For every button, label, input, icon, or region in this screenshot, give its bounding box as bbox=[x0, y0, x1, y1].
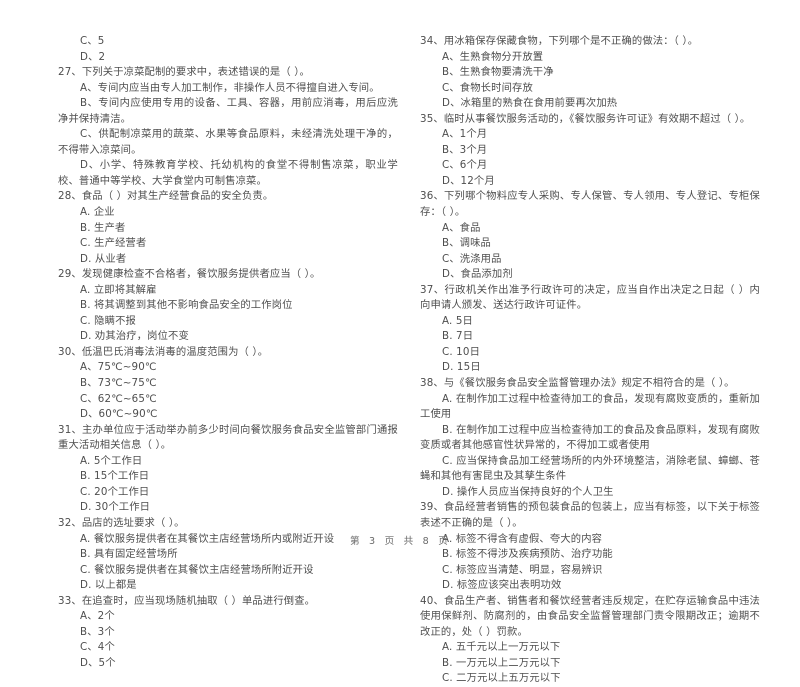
question-option[interactable]: C. 10日 bbox=[420, 345, 760, 361]
question-option[interactable]: B、3个 bbox=[58, 625, 398, 641]
question-stem: 27、下列关于凉菜配制的要求中，表述错误的是（ ）。 bbox=[58, 66, 310, 79]
question-option[interactable]: C. 二万元以上五万元以下 bbox=[420, 671, 760, 687]
question-option[interactable]: D、冰箱里的熟食在食用前要再次加热 bbox=[420, 96, 760, 112]
question-option[interactable]: C、4个 bbox=[58, 640, 398, 656]
question-option[interactable]: B、专间内应使用专用的设备、工具、容器，用前应消毒，用后应洗净并保持清洁。 bbox=[58, 96, 398, 127]
question-31: 31、主办单位应于活动举办前多少时间向餐饮服务食品安全监管部门通报重大活动相关信… bbox=[58, 423, 398, 516]
question-option[interactable]: C. 20个工作日 bbox=[58, 485, 398, 501]
question-option[interactable]: D、60℃~90℃ bbox=[58, 407, 398, 423]
question-option[interactable]: B. 具有固定经营场所 bbox=[58, 547, 398, 563]
question-option[interactable]: A. 5个工作日 bbox=[58, 454, 398, 470]
question-option[interactable]: B、73℃~75℃ bbox=[58, 376, 398, 392]
question-28: 28、食品（ ）对其生产经营食品的安全负责。 A. 企业 B. 生产者 C. 生… bbox=[58, 189, 398, 267]
question-option[interactable]: B、生熟食物要清洗干净 bbox=[420, 65, 760, 81]
question-option[interactable]: A. 立即将其解雇 bbox=[58, 283, 398, 299]
question-35: 35、临时从事餐饮服务活动的，《餐饮服务许可证》有效期不超过（ ）。 A、1个月… bbox=[420, 112, 760, 190]
question-option[interactable]: C、62℃~65℃ bbox=[58, 392, 398, 408]
question-option[interactable]: A. 在制作加工过程中检查待加工的食品，发现有腐败变质的，重新加工使用 bbox=[420, 392, 760, 423]
question-option[interactable]: B、调味品 bbox=[420, 236, 760, 252]
question-option[interactable]: C、6个月 bbox=[420, 158, 760, 174]
question-option[interactable]: D、食品添加剂 bbox=[420, 267, 760, 283]
question-option[interactable]: B. 标签不得涉及疾病预防、治疗功能 bbox=[420, 547, 760, 563]
question-option[interactable]: D. 标签应该突出表明功效 bbox=[420, 578, 760, 594]
left-column: C、5 D、2 27、下列关于凉菜配制的要求中，表述错误的是（ ）。 A、专间内… bbox=[58, 34, 398, 671]
question-option[interactable]: D、小学、特殊教育学校、托幼机构的食堂不得制售凉菜，职业学校、普通中等学校、大学… bbox=[58, 158, 398, 189]
question-option[interactable]: A. 5日 bbox=[420, 314, 760, 330]
question-option[interactable]: D. 以上都是 bbox=[58, 578, 398, 594]
question-stem: 32、品店的选址要求（ ）。 bbox=[58, 516, 185, 529]
question-stem: 38、与《餐饮服务食品安全监督管理办法》规定不相符合的是（ ）。 bbox=[420, 377, 735, 390]
question-option[interactable]: C. 应当保持食品加工经营场所的内外环境整洁，消除老鼠、蟑螂、苍蝇和其他有害昆虫… bbox=[420, 454, 760, 485]
question-stem: 28、食品（ ）对其生产经营食品的安全负责。 bbox=[58, 190, 274, 203]
question-33: 33、在追查时，应当现场随机抽取（ ）单品进行倒查。 A、2个 B、3个 C、4… bbox=[58, 594, 398, 672]
question-option[interactable]: A. 五千元以上一万元以下 bbox=[420, 640, 760, 656]
question-option[interactable]: D. 从业者 bbox=[58, 252, 398, 268]
question-option[interactable]: D. 30个工作日 bbox=[58, 500, 398, 516]
question-37: 37、行政机关作出准予行政许可的决定，应当自作出决定之日起（ ）内向申请人颁发、… bbox=[420, 283, 760, 376]
question-option[interactable]: B. 在制作加工过程中应当检查待加工的食品及食品原料，发现有腐败变质或者其他感官… bbox=[420, 423, 760, 454]
question-stem: 35、临时从事餐饮服务活动的，《餐饮服务许可证》有效期不超过（ ）。 bbox=[420, 112, 751, 125]
question-stem: 39、食品经营者销售的预包装食品的包装上，应当有标签，以下关于标签表述不正确的是… bbox=[420, 501, 760, 529]
question-stem: 33、在追查时，应当现场随机抽取（ ）单品进行倒查。 bbox=[58, 594, 316, 607]
question-40: 40、食品生产者、销售者和餐饮经营者违反规定，在贮存运输食品中违法使用保鲜剂、防… bbox=[420, 594, 760, 687]
right-column: 34、用冰箱保存保藏食物，下列哪个是不正确的做法：（ ）。 A、生熟食物分开放置… bbox=[420, 34, 760, 687]
question-option[interactable]: C、食物长时间存放 bbox=[420, 81, 760, 97]
question-option[interactable]: D. 操作人员应当保持良好的个人卫生 bbox=[420, 485, 760, 501]
question-option[interactable]: D. 15日 bbox=[420, 360, 760, 376]
question-option[interactable]: A、生熟食物分开放置 bbox=[420, 50, 760, 66]
question-option[interactable]: C、供配制凉菜用的蔬菜、水果等食品原料，未经清洗处理干净的，不得带入凉菜间。 bbox=[58, 127, 398, 158]
question-stem: 37、行政机关作出准予行政许可的决定，应当自作出决定之日起（ ）内向申请人颁发、… bbox=[420, 283, 760, 312]
question-stem: 31、主办单位应于活动举办前多少时间向餐饮服务食品安全监管部门通报重大活动相关信… bbox=[58, 423, 398, 452]
question-option[interactable]: C. 生产经营者 bbox=[58, 236, 398, 252]
orphan-option: D、2 bbox=[80, 50, 106, 63]
orphan-option: C、5 bbox=[80, 35, 105, 47]
question-option[interactable]: B. 将其调整到其他不影响食品安全的工作岗位 bbox=[58, 298, 398, 314]
page-footer: 第 3 页 共 8 页 bbox=[349, 536, 451, 547]
question-27: 27、下列关于凉菜配制的要求中，表述错误的是（ ）。 A、专间内应当由专人加工制… bbox=[58, 65, 398, 189]
question-option[interactable]: C. 隐瞒不报 bbox=[58, 314, 398, 330]
question-stem: 34、用冰箱保存保藏食物，下列哪个是不正确的做法：（ ）。 bbox=[420, 35, 699, 47]
two-column-layout: C、5 D、2 27、下列关于凉菜配制的要求中，表述错误的是（ ）。 A、专间内… bbox=[58, 34, 760, 684]
question-option[interactable]: B、3个月 bbox=[420, 143, 760, 159]
question-39: 39、食品经营者销售的预包装食品的包装上，应当有标签，以下关于标签表述不正确的是… bbox=[420, 500, 760, 593]
question-option[interactable]: A、1个月 bbox=[420, 127, 760, 143]
question-option[interactable]: B. 15个工作日 bbox=[58, 469, 398, 485]
question-option[interactable]: B. 一万元以上二万元以下 bbox=[420, 656, 760, 672]
question-36: 36、下列哪个物料应专人采购、专人保管、专人领用、专人登记、专柜保存：（ ）。 … bbox=[420, 189, 760, 282]
question-option[interactable]: A、75℃~90℃ bbox=[58, 360, 398, 376]
question-stem: 29、发现健康检查不合格者，餐饮服务提供者应当（ ）。 bbox=[58, 268, 321, 281]
question-32: 32、品店的选址要求（ ）。 A. 餐饮服务提供者在其餐饮主店经营场所内或附近开… bbox=[58, 516, 398, 594]
question-option[interactable]: D、12个月 bbox=[420, 174, 760, 190]
question-stem: 36、下列哪个物料应专人采购、专人保管、专人领用、专人登记、专柜保存：（ ）。 bbox=[420, 190, 760, 219]
exam-page: C、5 D、2 27、下列关于凉菜配制的要求中，表述错误的是（ ）。 A、专间内… bbox=[0, 0, 800, 684]
question-option[interactable]: B. 生产者 bbox=[58, 221, 398, 237]
question-stem: 30、低温巴氏消毒法消毒的温度范围为（ ）。 bbox=[58, 345, 269, 358]
question-option[interactable]: A、2个 bbox=[58, 609, 398, 625]
question-option[interactable]: A. 企业 bbox=[58, 205, 398, 221]
question-option[interactable]: C、洗涤用品 bbox=[420, 252, 760, 268]
question-option[interactable]: A、食品 bbox=[420, 221, 760, 237]
question-option[interactable]: D. 劝其治疗，岗位不变 bbox=[58, 329, 398, 345]
question-option[interactable]: B. 7日 bbox=[420, 329, 760, 345]
question-stem: 40、食品生产者、销售者和餐饮经营者违反规定，在贮存运输食品中违法使用保鲜剂、防… bbox=[420, 594, 760, 638]
question-30: 30、低温巴氏消毒法消毒的温度范围为（ ）。 A、75℃~90℃ B、73℃~7… bbox=[58, 345, 398, 423]
question-option[interactable]: A、专间内应当由专人加工制作，非操作人员不得擅自进入专间。 bbox=[58, 81, 398, 97]
question-38: 38、与《餐饮服务食品安全监督管理办法》规定不相符合的是（ ）。 A. 在制作加… bbox=[420, 376, 760, 500]
question-option[interactable]: D、5个 bbox=[58, 656, 398, 672]
question-29: 29、发现健康检查不合格者，餐饮服务提供者应当（ ）。 A. 立即将其解雇 B.… bbox=[58, 267, 398, 345]
question-34: 34、用冰箱保存保藏食物，下列哪个是不正确的做法：（ ）。 A、生熟食物分开放置… bbox=[420, 34, 760, 112]
